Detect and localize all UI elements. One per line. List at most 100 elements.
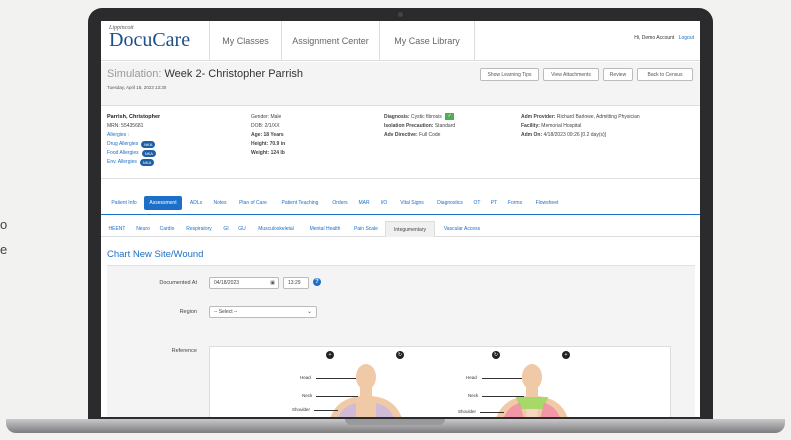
head-front-shape: [356, 364, 376, 390]
back-to-census-button[interactable]: Back to Census: [637, 68, 693, 81]
drug-allergies-badge: NKA: [141, 141, 156, 148]
subtab-vascular-access[interactable]: Vascular Access: [438, 221, 486, 237]
subtab-mental-health[interactable]: Mental Health: [303, 221, 347, 237]
tab-plan-of-care[interactable]: Plan of Care: [234, 196, 272, 210]
patient-weight: Weight: 124 lb: [251, 150, 285, 156]
user-greeting: Hi, Demo Account Logout: [634, 35, 694, 41]
food-allergies-label: Food Allergies: [107, 150, 139, 156]
app-screen: Lippincott DocuCare My Classes Assignmen…: [101, 21, 700, 417]
admission-info: Adm Provider: Richard Barlowe, Admitting…: [521, 113, 686, 140]
documented-at-label: Documented At: [159, 280, 197, 286]
label-shoulder: Shoulder: [292, 407, 311, 412]
tab-flowsheet[interactable]: Flowsheet: [529, 196, 565, 210]
logo-product: DocuCare: [109, 29, 191, 51]
patient-demographics: Gender: Male DOB: 2/1/XX Age: 18 Years H…: [251, 113, 361, 158]
body-diagram[interactable]: [210, 347, 672, 417]
tab-forms[interactable]: Forms: [504, 196, 526, 210]
label-head: Head: [300, 375, 311, 380]
nav-assignment-center[interactable]: Assignment Center: [281, 21, 379, 61]
date-input[interactable]: 04/18/2023 ▣: [209, 277, 279, 289]
subtab-respiratory[interactable]: Respiratory: [181, 221, 217, 237]
time-value: 13:29: [288, 280, 301, 286]
region-value: -- Select --: [214, 309, 238, 315]
env-allergies[interactable]: Env. Allergies NKA: [107, 158, 227, 167]
drug-allergies[interactable]: Drug Allergies NKA: [107, 140, 227, 149]
laptop-frame: Lippincott DocuCare My Classes Assignmen…: [88, 8, 713, 420]
subtab-integumentary[interactable]: Integumentary: [385, 221, 435, 237]
tab-diagnostics[interactable]: Diagnostics: [432, 196, 468, 210]
provider-label: Adm Provider:: [521, 114, 556, 120]
leader-shoulder-back: [480, 412, 504, 413]
allergies-label: Allergies :: [107, 132, 129, 138]
subtab-heent[interactable]: HEENT: [105, 221, 129, 237]
tab-vital-signs[interactable]: Vital Signs: [395, 196, 429, 210]
tab-divider: [101, 214, 700, 215]
form-title: Chart New Site/Wound: [107, 249, 204, 260]
neck-back-shape: [526, 388, 538, 397]
facility-label: Facility:: [521, 123, 540, 129]
greeting-text: Hi, Demo Account: [634, 35, 675, 41]
patient-mrn: MRN: 55435681: [107, 123, 144, 129]
calendar-icon[interactable]: ▣: [270, 280, 275, 286]
tab-mar[interactable]: MAR: [354, 196, 374, 210]
view-attachments-button[interactable]: View Attachments: [543, 68, 599, 81]
review-button[interactable]: Review: [603, 68, 633, 81]
patient-banner: Parrish, Christopher MRN: 55435681 Aller…: [101, 107, 700, 179]
tab-ot[interactable]: OT: [470, 196, 484, 210]
env-allergies-label: Env. Allergies: [107, 159, 137, 165]
date-value: 04/18/2023: [214, 280, 240, 286]
assessment-subtabs: HEENT Neuro Cardio Respiratory GI GU Mus…: [101, 221, 700, 237]
simulation-header: Simulation: Week 2- Christopher Parrish …: [101, 62, 700, 106]
subtab-gi[interactable]: GI: [220, 221, 232, 237]
patient-age: Age: 18 Years: [251, 132, 284, 138]
leader-head: [316, 378, 356, 379]
facility-value: Memorial Hospital: [541, 123, 582, 129]
diagnosis-value: Cystic fibrosis: [410, 114, 442, 120]
isolation-label: Isolation Precaution:: [384, 123, 434, 129]
subtab-gu[interactable]: GU: [235, 221, 249, 237]
tab-adls[interactable]: ADLs: [185, 196, 207, 210]
check-icon[interactable]: ✓: [445, 113, 455, 121]
tab-pt[interactable]: PT: [487, 196, 501, 210]
reference-label: Reference: [171, 348, 197, 354]
docucare-logo[interactable]: Lippincott DocuCare: [109, 25, 191, 51]
tab-orders[interactable]: Orders: [328, 196, 352, 210]
tab-patient-teaching[interactable]: Patient Teaching: [275, 196, 325, 210]
food-allergies[interactable]: Food Allergies NKA: [107, 149, 227, 158]
tab-notes[interactable]: Notes: [208, 196, 232, 210]
label-neck: Neck: [302, 393, 313, 398]
subtab-pain-scale[interactable]: Pain Scale: [350, 221, 382, 237]
wound-form: Documented At 04/18/2023 ▣ 13:29 ? Regio…: [107, 265, 695, 417]
help-icon[interactable]: ?: [313, 278, 321, 286]
tab-assessment[interactable]: Assessment: [144, 196, 182, 210]
patient-clinical: Diagnosis: Cystic fibrosis ✓ Isolation P…: [384, 113, 514, 140]
admitted-on-value: 4/18/2023 09:26 [0.2 day(s)]: [543, 132, 607, 138]
nav-my-classes[interactable]: My Classes: [209, 21, 281, 61]
directive-label: Adv Directive:: [384, 132, 418, 138]
label-shoulder-back: Shoulder: [458, 409, 477, 414]
primary-tabs: Patient Info Assessment ADLs Notes Plan …: [101, 193, 700, 213]
leader-head-back: [482, 378, 522, 379]
tab-patient-info[interactable]: Patient Info: [107, 196, 141, 210]
simulation-date: Tuesday, April 18, 2023 13:30: [107, 85, 167, 90]
time-input[interactable]: 13:29: [283, 277, 309, 289]
tab-io[interactable]: I/O: [376, 196, 392, 210]
body-reference-panel: + ↻ ↻ + Head Neck Shoulder Head Neck Sho…: [209, 346, 671, 417]
region-select[interactable]: -- Select -- ⌄: [209, 306, 317, 318]
stray-text-o: o: [0, 217, 8, 232]
head-back-shape: [522, 364, 542, 390]
subtab-musculoskeletal[interactable]: Musculoskeletal: [252, 221, 300, 237]
directive-value: Full Code: [419, 132, 441, 138]
torso-front-shape: [330, 396, 402, 417]
subtab-cardio[interactable]: Cardio: [156, 221, 178, 237]
show-learning-tips-button[interactable]: Show Learning Tips: [480, 68, 539, 81]
simulation-prefix: Simulation:: [107, 68, 162, 80]
patient-name: Parrish, Christopher: [107, 114, 161, 120]
simulation-name: Week 2- Christopher Parrish: [164, 68, 304, 80]
patient-dob: DOB: 2/1/XX: [251, 123, 280, 129]
logout-link[interactable]: Logout: [679, 35, 694, 41]
provider-value: Richard Barlowe, Admitting Physician: [556, 114, 640, 120]
leader-neck: [316, 396, 358, 397]
subtab-neuro[interactable]: Neuro: [132, 221, 154, 237]
nav-my-case-library[interactable]: My Case Library: [379, 21, 475, 61]
